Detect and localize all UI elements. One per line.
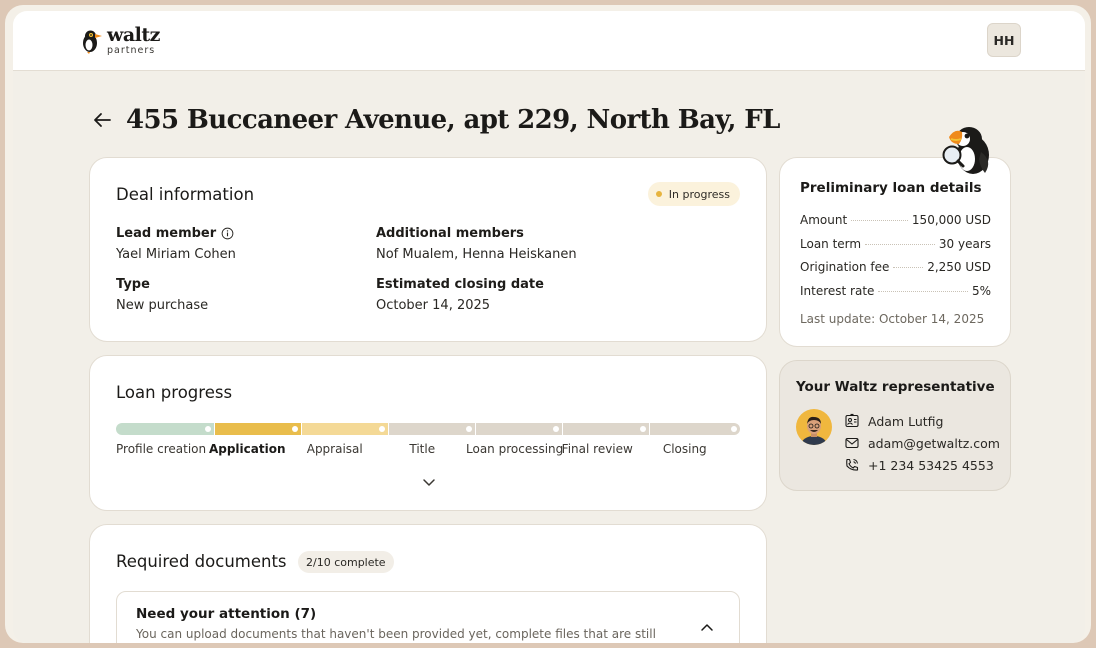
type-label: Type [116, 277, 150, 292]
step-appraisal[interactable]: Appraisal [291, 442, 379, 456]
progress-segment-appraisal [301, 423, 388, 435]
window-frame: waltz partners HH 455 Buccaneer Avenue, … [5, 5, 1091, 643]
step-profile-creation[interactable]: Profile creation [116, 442, 206, 456]
required-documents-card: Required documents 2/10 complete Need yo… [89, 524, 767, 643]
puffin-mascot-icon [942, 127, 989, 174]
back-arrow-icon[interactable] [91, 109, 113, 131]
page-header: 455 Buccaneer Avenue, apt 229, North Bay… [91, 105, 780, 135]
type-value: New purchase [116, 298, 209, 313]
attention-section[interactable]: Need your attention (7) You can upload d… [116, 591, 740, 643]
progress-segment-application [214, 423, 301, 435]
loan-details-title: Preliminary loan details [800, 180, 982, 196]
step-title[interactable]: Title [379, 442, 467, 456]
type-field: Type New purchase [116, 277, 208, 313]
progress-steps: Profile creation Application Appraisal T… [116, 442, 740, 456]
status-text: In progress [668, 187, 730, 201]
progress-segment-final-review [562, 423, 649, 435]
loan-row-amount: Amount 150,000 USD [800, 213, 991, 227]
last-update-text: Last update: October 14, 2025 [800, 312, 985, 326]
id-card-icon [845, 413, 859, 428]
step-loan-processing[interactable]: Loan processing [466, 442, 563, 456]
loan-row-interest-rate: Interest rate 5% [800, 284, 991, 298]
page-title: 455 Buccaneer Avenue, apt 229, North Bay… [126, 105, 780, 135]
loan-row-origination-fee: Origination fee 2,250 USD [800, 260, 991, 274]
progress-segment-title [388, 423, 475, 435]
closing-date-value: October 14, 2025 [376, 298, 491, 313]
documents-count-badge: 2/10 complete [298, 551, 394, 573]
mail-icon [845, 437, 859, 449]
top-bar: waltz partners HH [13, 11, 1085, 71]
lead-member-field: Lead member Yael Miriam Cohen [116, 226, 236, 262]
brand-logo[interactable]: waltz partners [81, 25, 160, 57]
representative-card: Your Waltz representative Adam Lutfig ad… [779, 360, 1011, 491]
loan-progress-card: Loan progress Profile creation Applicati… [89, 355, 767, 511]
brand-sub: partners [107, 45, 156, 57]
info-icon[interactable] [221, 227, 234, 240]
documents-card-title: Required documents [116, 552, 287, 571]
representative-name: Adam Lutfig [868, 413, 944, 429]
loan-details-card: Preliminary loan details Amount 150,000 U… [779, 157, 1011, 347]
status-badge: In progress [647, 182, 740, 206]
representative-email-row[interactable]: adam@getwaltz.com [844, 435, 1000, 451]
progress-segment-loan-processing [475, 423, 562, 435]
progress-segment-closing [649, 423, 740, 435]
step-closing[interactable]: Closing [641, 442, 729, 456]
chevron-down-icon[interactable] [421, 474, 437, 490]
lead-member-value: Yael Miriam Cohen [116, 247, 236, 262]
additional-members-field: Additional members Nof Mualem, Henna Hei… [376, 226, 577, 262]
user-avatar-button[interactable]: HH [987, 23, 1021, 57]
representative-name-row: Adam Lutfig [844, 413, 943, 429]
step-application[interactable]: Application [204, 442, 292, 456]
loan-row-term: Loan term 30 years [800, 237, 991, 251]
attention-title: Need your attention (7) [136, 606, 317, 622]
step-final-review[interactable]: Final review [554, 442, 642, 456]
brand-name: waltz [107, 24, 160, 47]
representative-phone-row[interactable]: +1 234 53425 4553 [844, 457, 994, 473]
progress-card-title: Loan progress [116, 383, 233, 402]
deal-information-card: Deal information In progress Lead member… [89, 157, 767, 342]
closing-date-field: Estimated closing date October 14, 2025 [376, 277, 544, 313]
closing-date-label: Estimated closing date [376, 277, 544, 292]
status-dot [655, 191, 662, 197]
additional-members-value: Nof Mualem, Henna Heiskanen [376, 247, 577, 262]
representative-avatar [796, 409, 832, 445]
representative-phone[interactable]: +1 234 53425 4553 [868, 458, 994, 473]
puffin-logo-icon [83, 30, 102, 54]
lead-member-label: Lead member [116, 226, 217, 241]
representative-title: Your Waltz representative [796, 379, 995, 395]
chevron-up-icon[interactable] [699, 620, 715, 636]
deal-card-title: Deal information [116, 185, 255, 204]
additional-members-label: Additional members [376, 226, 524, 241]
progress-segment-profile-creation [116, 423, 214, 435]
phone-icon [846, 458, 859, 471]
app-surface: waltz partners HH 455 Buccaneer Avenue, … [13, 11, 1085, 643]
attention-subtitle: You can upload documents that haven't be… [136, 627, 656, 641]
progress-track [116, 423, 740, 435]
representative-email[interactable]: adam@getwaltz.com [868, 436, 1000, 451]
